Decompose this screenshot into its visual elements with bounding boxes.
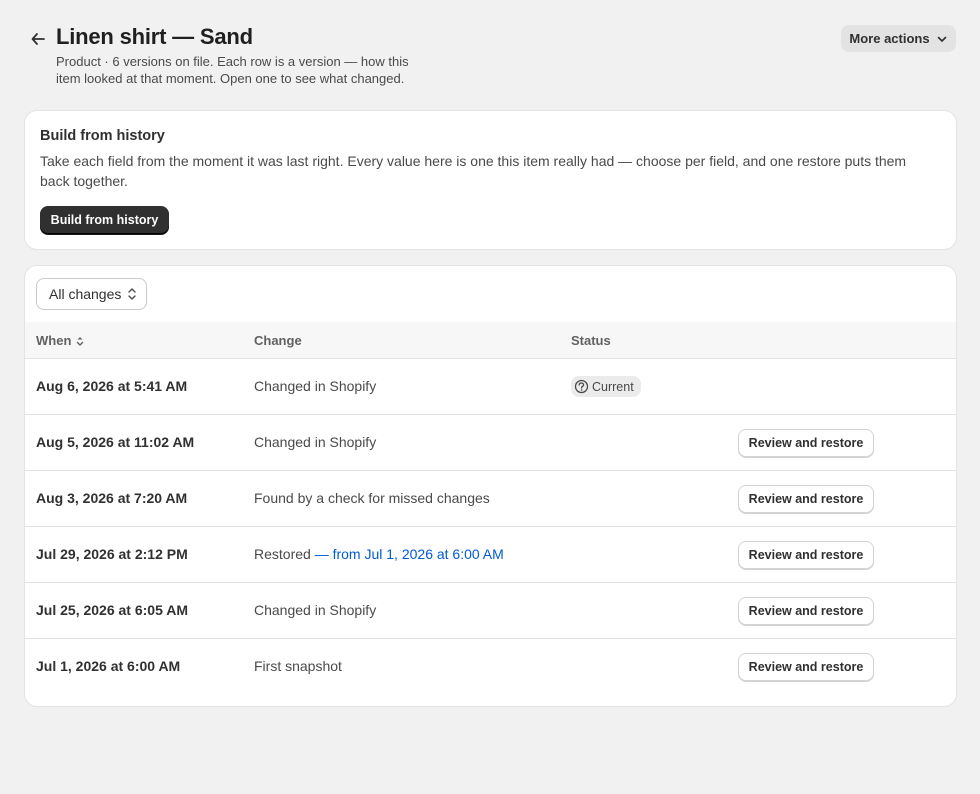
- table-row[interactable]: Aug 6, 2026 at 5:41 AM Changed in Shopif…: [25, 359, 956, 415]
- status-label: Current: [592, 379, 634, 394]
- row-change-text: Restored: [254, 546, 311, 562]
- row-timestamp: Jul 1, 2026 at 6:00 AM: [36, 658, 181, 674]
- build-from-history-card: Build from history Take each field from …: [25, 111, 956, 249]
- table-header: When Change Status: [25, 322, 956, 359]
- row-change: Found by a check for missed changes: [254, 490, 490, 506]
- sort-icon: [77, 336, 84, 346]
- table-row[interactable]: Jul 1, 2026 at 6:00 AM First snapshot Re…: [25, 639, 956, 695]
- row-change: Changed in Shopify: [254, 378, 377, 394]
- build-from-history-button[interactable]: Build from history: [40, 206, 169, 234]
- page-subtitle: Product · 6 versions on file. Each row i…: [56, 54, 409, 86]
- more-actions-label: More actions: [849, 31, 930, 46]
- row-timestamp: Aug 6, 2026 at 5:41 AM: [36, 378, 188, 394]
- table-row[interactable]: Jul 29, 2026 at 2:12 PM Restored — from …: [25, 527, 956, 583]
- review-and-restore-button[interactable]: Review and restore: [738, 653, 874, 681]
- review-and-restore-button[interactable]: Review and restore: [738, 597, 874, 625]
- chevron-down-icon: [937, 36, 946, 42]
- select-arrows-icon: [128, 288, 137, 300]
- filter-label: All changes: [49, 286, 122, 302]
- row-timestamp: Jul 25, 2026 at 6:05 AM: [36, 602, 189, 618]
- row-change: First snapshot: [254, 658, 342, 674]
- column-when-header[interactable]: When: [36, 333, 85, 348]
- row-change: Changed in Shopify: [254, 434, 377, 450]
- history-card-description: Take each field from the moment it was l…: [40, 153, 907, 189]
- restored-from-link[interactable]: — from Jul 1, 2026 at 6:00 AM: [315, 546, 504, 562]
- changes-filter-select[interactable]: All changes: [36, 278, 147, 310]
- table-row[interactable]: Jul 25, 2026 at 6:05 AM Changed in Shopi…: [25, 583, 956, 639]
- current-version-icon: [574, 379, 589, 394]
- row-timestamp: Aug 3, 2026 at 7:20 AM: [36, 490, 188, 506]
- row-timestamp: Jul 29, 2026 at 2:12 PM: [36, 546, 188, 562]
- page-title: Linen shirt — Sand: [56, 24, 253, 49]
- versions-table-card: All changes When Change Status Aug 6, 20…: [25, 266, 956, 706]
- review-and-restore-button[interactable]: Review and restore: [738, 485, 874, 513]
- column-change-header: Change: [254, 333, 302, 348]
- row-change: Changed in Shopify: [254, 602, 377, 618]
- column-status-header: Status: [571, 333, 611, 348]
- row-timestamp: Aug 5, 2026 at 11:02 AM: [36, 434, 195, 450]
- column-when-label: When: [36, 333, 72, 348]
- more-actions-button[interactable]: More actions: [841, 25, 956, 52]
- table-row[interactable]: Aug 3, 2026 at 7:20 AM Found by a check …: [25, 471, 956, 527]
- review-and-restore-button[interactable]: Review and restore: [738, 541, 874, 569]
- table-row[interactable]: Aug 5, 2026 at 11:02 AM Changed in Shopi…: [25, 415, 956, 471]
- status-badge: Current: [571, 376, 641, 397]
- arrow-left-icon: [31, 33, 45, 45]
- row-change: Restored — from Jul 1, 2026 at 6:00 AM: [254, 546, 504, 562]
- review-and-restore-button[interactable]: Review and restore: [738, 429, 874, 457]
- back-button[interactable]: [26, 27, 50, 51]
- history-card-heading: Build from history: [40, 128, 165, 144]
